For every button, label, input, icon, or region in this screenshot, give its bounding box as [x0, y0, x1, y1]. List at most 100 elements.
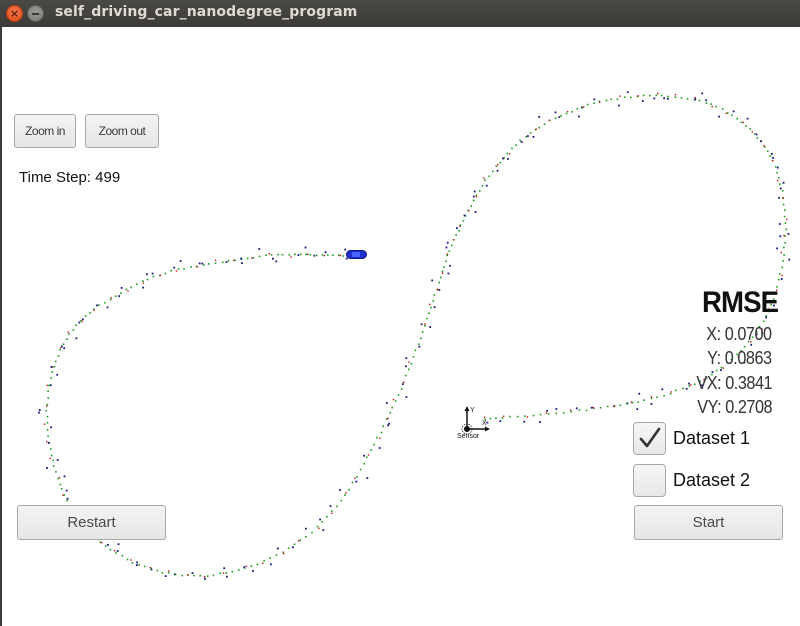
ground-truth-point	[538, 126, 540, 129]
ground-truth-point	[103, 302, 106, 304]
sensor-x-label: X	[482, 420, 487, 427]
radar-measurement	[60, 345, 63, 348]
radar-measurement	[363, 454, 365, 457]
radar-measurement	[339, 489, 341, 491]
ground-truth-point	[576, 108, 579, 110]
ground-truth-point	[432, 300, 435, 302]
radar-measurement	[776, 247, 778, 250]
lidar-measurement	[93, 309, 95, 311]
ground-truth-point	[212, 574, 215, 577]
ground-truth-point	[72, 329, 75, 331]
radar-measurement	[46, 467, 48, 469]
ground-truth-point	[440, 276, 442, 279]
radar-measurement	[50, 366, 53, 368]
radar-measurement	[75, 337, 78, 340]
ground-truth-point	[193, 574, 195, 577]
ground-truth-point	[46, 415, 49, 418]
ground-truth-point	[499, 161, 501, 164]
ground-truth-point	[519, 139, 521, 142]
ground-truth-point	[762, 320, 765, 323]
dataset-2-checkbox[interactable]	[633, 464, 666, 497]
radar-measurement	[324, 251, 327, 254]
ground-truth-point	[326, 516, 328, 518]
ground-truth-point	[66, 499, 68, 502]
radar-measurement	[258, 248, 261, 250]
radar-measurement	[496, 169, 499, 172]
ground-truth-point	[269, 557, 271, 559]
ground-truth-point	[674, 96, 677, 98]
ground-truth-point	[777, 278, 780, 281]
ground-truth-point	[47, 390, 49, 392]
ground-truth-point	[59, 349, 61, 351]
radar-measurement	[780, 278, 783, 280]
radar-measurement	[701, 92, 704, 95]
radar-measurement	[50, 426, 52, 429]
radar-measurement	[252, 570, 254, 572]
radar-measurement	[688, 382, 690, 385]
zoom-out-button[interactable]: Zoom out	[85, 114, 159, 148]
ground-truth-point	[433, 294, 436, 296]
dataset-2-label[interactable]: Dataset 2	[673, 470, 750, 491]
ground-truth-point	[206, 575, 209, 577]
dataset-1-label[interactable]: Dataset 1	[673, 428, 750, 449]
ground-truth-point	[451, 244, 453, 247]
lidar-measurement	[657, 92, 659, 95]
ground-truth-point	[428, 312, 430, 314]
ground-truth-point	[373, 443, 375, 446]
zoom-in-button[interactable]: Zoom in	[14, 114, 76, 148]
ground-truth-point	[784, 241, 786, 244]
ground-truth-point	[715, 369, 718, 372]
radar-measurement	[641, 100, 644, 102]
lidar-measurement	[441, 272, 444, 274]
start-button[interactable]: Start	[634, 505, 783, 540]
ground-truth-point	[781, 190, 784, 192]
lidar-measurement	[307, 253, 309, 255]
ground-truth-point	[682, 387, 684, 390]
ground-truth-point	[686, 98, 689, 100]
ground-truth-point	[370, 449, 372, 451]
radar-measurement	[63, 475, 66, 478]
ground-truth-point	[84, 315, 87, 317]
ground-truth-point	[529, 132, 532, 134]
lidar-measurement	[49, 457, 51, 460]
ground-truth-point	[62, 343, 65, 345]
radar-measurement	[772, 157, 774, 159]
ground-truth-point	[769, 155, 772, 157]
ground-truth-point	[660, 94, 663, 97]
lidar-measurement	[58, 476, 61, 479]
radar-measurement	[593, 98, 596, 101]
radar-measurement	[276, 547, 279, 550]
ground-truth-point	[363, 463, 366, 465]
rmse-x-value: X: 0.0700	[706, 324, 773, 344]
radar-measurement	[653, 97, 656, 100]
ground-truth-point	[509, 415, 511, 418]
radar-measurement	[304, 246, 307, 249]
radar-measurement	[56, 459, 59, 461]
radar-measurement	[405, 396, 408, 398]
radar-measurement	[523, 420, 526, 423]
ground-truth-point	[731, 114, 733, 116]
ground-truth-point	[727, 112, 729, 114]
ground-truth-point	[516, 415, 519, 418]
dataset-1-checkbox[interactable]	[633, 422, 666, 455]
lidar-measurement	[725, 112, 727, 115]
radar-measurement	[275, 260, 278, 263]
radar-measurement	[405, 357, 408, 360]
lidar-measurement	[569, 409, 572, 411]
radar-measurement	[438, 289, 441, 291]
rmse-vx-value: VX: 0.3841	[696, 373, 772, 393]
ground-truth-point	[430, 306, 432, 309]
radar-measurement	[779, 235, 782, 238]
radar-measurement	[618, 104, 620, 107]
radar-measurement	[779, 187, 782, 190]
restart-button[interactable]: Restart	[17, 505, 166, 540]
radar-measurement	[78, 321, 81, 324]
lidar-measurement	[331, 512, 333, 514]
ground-truth-point	[524, 415, 526, 417]
close-window-button[interactable]: ×	[6, 5, 23, 22]
radar-measurement	[666, 97, 669, 100]
ground-truth-point	[593, 102, 595, 104]
radar-measurement	[456, 227, 458, 230]
radar-measurement	[732, 110, 735, 113]
minimize-window-button[interactable]	[27, 5, 44, 22]
